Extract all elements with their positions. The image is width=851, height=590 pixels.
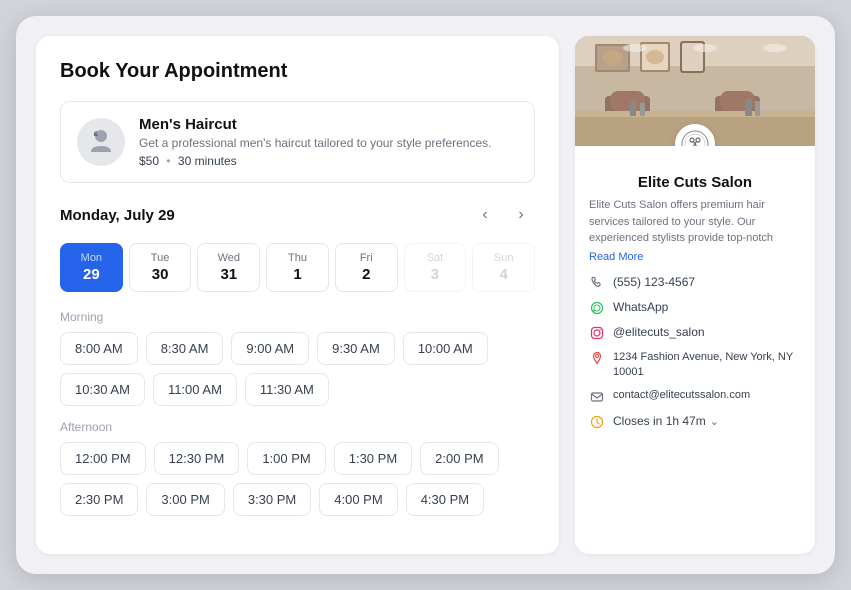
service-duration: 30 minutes (178, 154, 237, 168)
day-num-thu: 1 (293, 266, 301, 283)
salon-logo-svg: ELITE CUTS (681, 130, 709, 146)
instagram-icon (589, 325, 605, 341)
contact-address: 1234 Fashion Avenue, New York, NY 10001 (589, 350, 801, 381)
day-button-sun: Sun 4 (472, 243, 535, 292)
location-icon (589, 350, 605, 366)
day-button-tue[interactable]: Tue 30 (129, 243, 192, 292)
salon-hero-image: ELITE CUTS (575, 36, 815, 146)
contact-whatsapp: WhatsApp (589, 300, 801, 316)
day-name-mon: Mon (81, 252, 102, 264)
time-slot-230pm[interactable]: 2:30 PM (60, 483, 138, 516)
afternoon-time-grid: 12:00 PM 12:30 PM 1:00 PM 1:30 PM 2:00 P… (60, 442, 535, 516)
day-name-wed: Wed (218, 252, 240, 264)
time-slot-1100am[interactable]: 11:00 AM (153, 373, 237, 406)
day-num-tue: 30 (152, 266, 169, 283)
service-avatar (77, 118, 125, 166)
day-button-mon[interactable]: Mon 29 (60, 243, 123, 292)
morning-label: Morning (60, 310, 535, 324)
main-container: Book Your Appointment Men's Haircut Get … (16, 16, 835, 574)
contact-instagram: @elitecuts_salon (589, 325, 801, 341)
date-header: Monday, July 29 ‹ › (60, 201, 535, 229)
chevron-down-icon[interactable]: ⌄ (710, 415, 719, 428)
whatsapp-label: WhatsApp (613, 300, 668, 314)
time-slot-1200pm[interactable]: 12:00 PM (60, 442, 146, 475)
contact-hours: Closes in 1h 47m ⌄ (589, 414, 801, 430)
day-num-fri: 2 (362, 266, 370, 283)
time-slot-830am[interactable]: 8:30 AM (146, 332, 224, 365)
whatsapp-icon (589, 300, 605, 316)
contact-email: contact@elitecutssalon.com (589, 389, 801, 405)
hours-row: Closes in 1h 47m ⌄ (613, 414, 719, 428)
time-slot-930am[interactable]: 9:30 AM (317, 332, 395, 365)
day-name-sat: Sat (427, 252, 444, 264)
email-address: contact@elitecutssalon.com (613, 389, 750, 401)
day-name-tue: Tue (151, 252, 170, 264)
contact-list: (555) 123-4567 WhatsApp (589, 275, 801, 431)
day-num-sat: 3 (431, 266, 439, 283)
day-num-sun: 4 (500, 266, 508, 283)
phone-icon (589, 275, 605, 291)
service-description: Get a professional men's haircut tailore… (139, 136, 491, 150)
salon-description: Elite Cuts Salon offers premium hair ser… (589, 197, 801, 247)
read-more-link[interactable]: Read More (589, 251, 801, 263)
separator: • (166, 154, 170, 168)
time-slot-900am[interactable]: 9:00 AM (231, 332, 309, 365)
service-info: Men's Haircut Get a professional men's h… (139, 116, 491, 168)
day-name-sun: Sun (494, 252, 514, 264)
time-slot-430pm[interactable]: 4:30 PM (406, 483, 484, 516)
hours-text: Closes in 1h 47m (613, 414, 706, 428)
time-slot-800am[interactable]: 8:00 AM (60, 332, 138, 365)
address-text: 1234 Fashion Avenue, New York, NY 10001 (613, 350, 801, 381)
time-slot-1030am[interactable]: 10:30 AM (60, 373, 145, 406)
morning-time-grid: 8:00 AM 8:30 AM 9:00 AM 9:30 AM 10:00 AM… (60, 332, 535, 406)
phone-number: (555) 123-4567 (613, 275, 695, 289)
time-slot-130pm[interactable]: 1:30 PM (334, 442, 412, 475)
day-num-wed: 31 (220, 266, 237, 283)
contact-phone: (555) 123-4567 (589, 275, 801, 291)
time-slot-1000am[interactable]: 10:00 AM (403, 332, 488, 365)
instagram-handle: @elitecuts_salon (613, 325, 705, 339)
right-panel: ELITE CUTS Elite Cuts Salon Elite Cuts S… (575, 36, 815, 554)
time-slot-200pm[interactable]: 2:00 PM (420, 442, 498, 475)
day-num-mon: 29 (83, 266, 100, 283)
time-slot-400pm[interactable]: 4:00 PM (319, 483, 397, 516)
day-name-fri: Fri (360, 252, 373, 264)
clock-icon (589, 414, 605, 430)
service-name: Men's Haircut (139, 116, 491, 133)
time-slot-330pm[interactable]: 3:30 PM (233, 483, 311, 516)
day-selector: Mon 29 Tue 30 Wed 31 Thu 1 Fri 2 Sat 3 (60, 243, 535, 292)
salon-name: Elite Cuts Salon (589, 174, 801, 191)
date-label: Monday, July 29 (60, 207, 175, 224)
day-button-sat: Sat 3 (404, 243, 467, 292)
page-title: Book Your Appointment (60, 60, 535, 83)
haircut-icon (85, 126, 117, 158)
time-slot-300pm[interactable]: 3:00 PM (146, 483, 224, 516)
prev-week-button[interactable]: ‹ (471, 201, 499, 229)
time-slot-1230pm[interactable]: 12:30 PM (154, 442, 240, 475)
day-button-wed[interactable]: Wed 31 (197, 243, 260, 292)
service-price: $50 (139, 154, 159, 168)
time-slot-1130am[interactable]: 11:30 AM (245, 373, 329, 406)
time-slot-100pm[interactable]: 1:00 PM (247, 442, 325, 475)
email-icon (589, 389, 605, 405)
service-card: Men's Haircut Get a professional men's h… (60, 101, 535, 183)
salon-info: Elite Cuts Salon Elite Cuts Salon offers… (575, 146, 815, 554)
afternoon-label: Afternoon (60, 420, 535, 434)
service-meta: $50 • 30 minutes (139, 154, 491, 168)
left-panel: Book Your Appointment Men's Haircut Get … (36, 36, 559, 554)
nav-arrows: ‹ › (471, 201, 535, 229)
day-name-thu: Thu (288, 252, 307, 264)
day-button-fri[interactable]: Fri 2 (335, 243, 398, 292)
day-button-thu[interactable]: Thu 1 (266, 243, 329, 292)
next-week-button[interactable]: › (507, 201, 535, 229)
